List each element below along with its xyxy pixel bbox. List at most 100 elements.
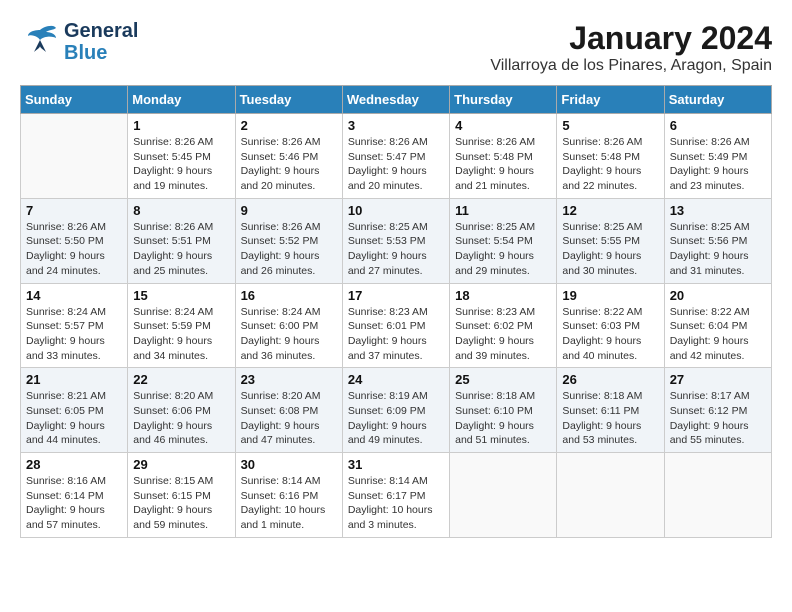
day-info: Sunrise: 8:25 AM Sunset: 5:55 PM Dayligh… <box>562 220 658 279</box>
calendar-day-cell: 23 Sunrise: 8:20 AM Sunset: 6:08 PM Dayli… <box>235 368 342 453</box>
calendar-day-cell: 25 Sunrise: 8:18 AM Sunset: 6:10 PM Dayli… <box>450 368 557 453</box>
day-info: Sunrise: 8:17 AM Sunset: 6:12 PM Dayligh… <box>670 389 766 448</box>
calendar-day-cell: 3Sunrise: 8:26 AM Sunset: 5:47 PM Daylig… <box>342 114 449 199</box>
calendar-day-cell: 21Sunrise: 8:21 AM Sunset: 6:05 PM Dayli… <box>21 368 128 453</box>
day-info: Sunrise: 8:14 AM Sunset: 6:17 PM Dayligh… <box>348 474 444 533</box>
day-info: Sunrise: 8:26 AM Sunset: 5:50 PM Dayligh… <box>26 220 122 279</box>
day-info: Sunrise: 8:24 AM Sunset: 5:59 PM Dayligh… <box>133 305 229 364</box>
day-info: Sunrise: 8:20 AM Sunset: 6:06 PM Dayligh… <box>133 389 229 448</box>
day-info: Sunrise: 8:14 AM Sunset: 6:16 PM Dayligh… <box>241 474 337 533</box>
calendar-week-row: 7Sunrise: 8:26 AM Sunset: 5:50 PM Daylig… <box>21 198 772 283</box>
calendar-day-cell: 5Sunrise: 8:26 AM Sunset: 5:48 PM Daylig… <box>557 114 664 199</box>
calendar-day-cell: 12 Sunrise: 8:25 AM Sunset: 5:55 PM Dayli… <box>557 198 664 283</box>
day-number: 11 <box>455 203 551 218</box>
weekday-header-cell: Saturday <box>664 86 771 114</box>
day-info: Sunrise: 8:19 AM Sunset: 6:09 PM Dayligh… <box>348 389 444 448</box>
calendar-day-cell <box>450 453 557 538</box>
day-info: Sunrise: 8:21 AM Sunset: 6:05 PM Dayligh… <box>26 389 122 448</box>
day-info: Sunrise: 8:15 AM Sunset: 6:15 PM Dayligh… <box>133 474 229 533</box>
day-number: 22 <box>133 372 229 387</box>
day-info: Sunrise: 8:26 AM Sunset: 5:46 PM Dayligh… <box>241 135 337 194</box>
calendar-day-cell: 28 Sunrise: 8:16 AM Sunset: 6:14 PM Dayli… <box>21 453 128 538</box>
calendar-day-cell: 29 Sunrise: 8:15 AM Sunset: 6:15 PM Dayli… <box>128 453 235 538</box>
calendar-day-cell: 14Sunrise: 8:24 AM Sunset: 5:57 PM Dayli… <box>21 283 128 368</box>
day-info: Sunrise: 8:25 AM Sunset: 5:56 PM Dayligh… <box>670 220 766 279</box>
day-info: Sunrise: 8:26 AM Sunset: 5:49 PM Dayligh… <box>670 135 766 194</box>
calendar-day-cell <box>557 453 664 538</box>
calendar-day-cell <box>21 114 128 199</box>
day-number: 10 <box>348 203 444 218</box>
day-info: Sunrise: 8:16 AM Sunset: 6:14 PM Dayligh… <box>26 474 122 533</box>
day-number: 9 <box>241 203 337 218</box>
calendar-day-cell: 19Sunrise: 8:22 AM Sunset: 6:03 PM Dayli… <box>557 283 664 368</box>
day-info: Sunrise: 8:20 AM Sunset: 6:08 PM Dayligh… <box>241 389 337 448</box>
day-number: 25 <box>455 372 551 387</box>
calendar-subtitle: Villarroya de los Pinares, Aragon, Spain <box>490 57 772 75</box>
calendar-week-row: 28 Sunrise: 8:16 AM Sunset: 6:14 PM Dayli… <box>21 453 772 538</box>
logo: General Blue <box>20 20 138 64</box>
calendar-day-cell: 8Sunrise: 8:26 AM Sunset: 5:51 PM Daylig… <box>128 198 235 283</box>
weekday-header-cell: Monday <box>128 86 235 114</box>
day-info: Sunrise: 8:24 AM Sunset: 6:00 PM Dayligh… <box>241 305 337 364</box>
weekday-header-cell: Wednesday <box>342 86 449 114</box>
calendar-day-cell: 18 Sunrise: 8:23 AM Sunset: 6:02 PM Dayli… <box>450 283 557 368</box>
day-info: Sunrise: 8:18 AM Sunset: 6:10 PM Dayligh… <box>455 389 551 448</box>
day-info: Sunrise: 8:24 AM Sunset: 5:57 PM Dayligh… <box>26 305 122 364</box>
calendar-day-cell: 22 Sunrise: 8:20 AM Sunset: 6:06 PM Dayli… <box>128 368 235 453</box>
day-info: Sunrise: 8:22 AM Sunset: 6:03 PM Dayligh… <box>562 305 658 364</box>
day-number: 2 <box>241 118 337 133</box>
calendar-day-cell: 13 Sunrise: 8:25 AM Sunset: 5:56 PM Dayli… <box>664 198 771 283</box>
day-info: Sunrise: 8:23 AM Sunset: 6:01 PM Dayligh… <box>348 305 444 364</box>
day-number: 6 <box>670 118 766 133</box>
day-number: 23 <box>241 372 337 387</box>
weekday-header-row: SundayMondayTuesdayWednesdayThursdayFrid… <box>21 86 772 114</box>
day-info: Sunrise: 8:18 AM Sunset: 6:11 PM Dayligh… <box>562 389 658 448</box>
day-number: 12 <box>562 203 658 218</box>
logo-text: General Blue <box>64 20 138 64</box>
day-number: 24 <box>348 372 444 387</box>
calendar-day-cell: 20 Sunrise: 8:22 AM Sunset: 6:04 PM Dayli… <box>664 283 771 368</box>
day-number: 18 <box>455 288 551 303</box>
calendar-week-row: 14Sunrise: 8:24 AM Sunset: 5:57 PM Dayli… <box>21 283 772 368</box>
calendar-day-cell: 6 Sunrise: 8:26 AM Sunset: 5:49 PM Daylig… <box>664 114 771 199</box>
calendar-table: SundayMondayTuesdayWednesdayThursdayFrid… <box>20 85 772 538</box>
day-number: 5 <box>562 118 658 133</box>
calendar-day-cell: 31 Sunrise: 8:14 AM Sunset: 6:17 PM Dayli… <box>342 453 449 538</box>
day-info: Sunrise: 8:26 AM Sunset: 5:45 PM Dayligh… <box>133 135 229 194</box>
day-number: 15 <box>133 288 229 303</box>
day-info: Sunrise: 8:23 AM Sunset: 6:02 PM Dayligh… <box>455 305 551 364</box>
calendar-day-cell: 1 Sunrise: 8:26 AM Sunset: 5:45 PM Daylig… <box>128 114 235 199</box>
day-number: 17 <box>348 288 444 303</box>
day-number: 30 <box>241 457 337 472</box>
calendar-day-cell: 11 Sunrise: 8:25 AM Sunset: 5:54 PM Dayli… <box>450 198 557 283</box>
logo-icon <box>20 22 60 62</box>
title-block: January 2024 Villarroya de los Pinares, … <box>490 20 772 75</box>
calendar-day-cell: 9Sunrise: 8:26 AM Sunset: 5:52 PM Daylig… <box>235 198 342 283</box>
day-number: 20 <box>670 288 766 303</box>
day-info: Sunrise: 8:22 AM Sunset: 6:04 PM Dayligh… <box>670 305 766 364</box>
day-number: 28 <box>26 457 122 472</box>
day-number: 3 <box>348 118 444 133</box>
calendar-title: January 2024 <box>490 20 772 57</box>
calendar-day-cell: 30 Sunrise: 8:14 AM Sunset: 6:16 PM Dayli… <box>235 453 342 538</box>
calendar-day-cell: 27 Sunrise: 8:17 AM Sunset: 6:12 PM Dayli… <box>664 368 771 453</box>
day-info: Sunrise: 8:25 AM Sunset: 5:53 PM Dayligh… <box>348 220 444 279</box>
calendar-day-cell: 2 Sunrise: 8:26 AM Sunset: 5:46 PM Daylig… <box>235 114 342 199</box>
day-number: 29 <box>133 457 229 472</box>
calendar-day-cell: 24 Sunrise: 8:19 AM Sunset: 6:09 PM Dayli… <box>342 368 449 453</box>
day-number: 31 <box>348 457 444 472</box>
calendar-day-cell: 15 Sunrise: 8:24 AM Sunset: 5:59 PM Dayli… <box>128 283 235 368</box>
day-info: Sunrise: 8:25 AM Sunset: 5:54 PM Dayligh… <box>455 220 551 279</box>
day-number: 27 <box>670 372 766 387</box>
weekday-header-cell: Tuesday <box>235 86 342 114</box>
day-number: 4 <box>455 118 551 133</box>
page-header: General Blue January 2024 Villarroya de … <box>20 20 772 75</box>
weekday-header-cell: Sunday <box>21 86 128 114</box>
calendar-day-cell: 26Sunrise: 8:18 AM Sunset: 6:11 PM Dayli… <box>557 368 664 453</box>
day-info: Sunrise: 8:26 AM Sunset: 5:51 PM Dayligh… <box>133 220 229 279</box>
calendar-day-cell: 7Sunrise: 8:26 AM Sunset: 5:50 PM Daylig… <box>21 198 128 283</box>
day-number: 13 <box>670 203 766 218</box>
weekday-header-cell: Friday <box>557 86 664 114</box>
calendar-day-cell: 16Sunrise: 8:24 AM Sunset: 6:00 PM Dayli… <box>235 283 342 368</box>
day-number: 1 <box>133 118 229 133</box>
